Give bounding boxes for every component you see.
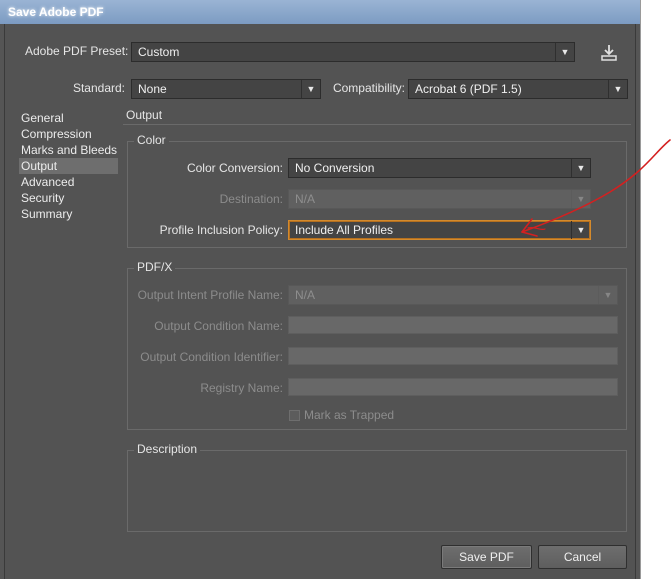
color-conversion-label: Color Conversion: [186, 161, 283, 175]
preset-dropdown[interactable]: Custom ▼ [131, 42, 575, 62]
sidebar-item-marks-and-bleeds[interactable]: Marks and Bleeds [19, 142, 118, 158]
preset-value: Custom [138, 45, 180, 59]
save-preset-icon[interactable] [599, 43, 619, 63]
condition-identifier-label: Output Condition Identifier: [140, 350, 283, 364]
color-group-title: Color [134, 133, 169, 147]
compatibility-label: Compatibility: [332, 81, 405, 95]
title-bar[interactable]: Save Adobe PDF [0, 0, 640, 24]
chevron-down-icon: ▼ [571, 221, 590, 239]
sidebar-item-compression[interactable]: Compression [19, 126, 118, 142]
compatibility-dropdown[interactable]: Acrobat 6 (PDF 1.5) ▼ [408, 79, 628, 99]
pdfx-group-title: PDF/X [134, 260, 176, 274]
chevron-down-icon: ▼ [571, 190, 590, 208]
profile-inclusion-label: Profile Inclusion Policy: [159, 223, 283, 237]
color-conversion-dropdown[interactable]: No Conversion ▼ [288, 158, 591, 178]
sidebar-item-advanced[interactable]: Advanced [19, 174, 118, 190]
save-pdf-dialog: Save Adobe PDF Adobe PDF Preset: Custom … [0, 0, 640, 579]
intent-profile-dropdown: N/A ▼ [288, 285, 618, 305]
standard-value: None [138, 82, 167, 96]
chevron-down-icon: ▼ [608, 80, 627, 98]
panel-title: Output [126, 108, 163, 122]
description-group: Description [127, 442, 627, 532]
color-conversion-value: No Conversion [295, 161, 375, 175]
condition-name-field [288, 316, 618, 334]
mark-trapped-label: Mark as Trapped [304, 408, 395, 422]
sidebar-item-summary[interactable]: Summary [19, 206, 118, 222]
profile-inclusion-value: Include All Profiles [295, 223, 394, 237]
description-group-title: Description [134, 442, 201, 456]
sidebar-item-general[interactable]: General [19, 110, 118, 126]
destination-value: N/A [295, 192, 316, 206]
intent-profile-label: Output Intent Profile Name: [137, 288, 283, 302]
chevron-down-icon: ▼ [555, 43, 574, 61]
destination-label: Destination: [219, 192, 283, 206]
dialog-body: Adobe PDF Preset: Custom ▼ Standard: Non… [4, 24, 636, 579]
category-sidebar: General Compression Marks and Bleeds Out… [19, 108, 118, 554]
standard-label: Standard: [72, 81, 125, 95]
compatibility-value: Acrobat 6 (PDF 1.5) [415, 82, 522, 96]
condition-identifier-field [288, 347, 618, 365]
chevron-down-icon: ▼ [301, 80, 320, 98]
sidebar-item-security[interactable]: Security [19, 190, 118, 206]
save-pdf-button[interactable]: Save PDF [441, 545, 532, 569]
panel-divider [123, 124, 631, 125]
window-title: Save Adobe PDF [8, 5, 104, 19]
mark-trapped-checkbox [289, 410, 300, 421]
background-window-edge [640, 0, 641, 579]
chevron-down-icon: ▼ [571, 159, 590, 177]
chevron-down-icon: ▼ [598, 286, 617, 304]
registry-name-field [288, 378, 618, 396]
sidebar-item-output[interactable]: Output [19, 158, 118, 174]
standard-dropdown[interactable]: None ▼ [131, 79, 321, 99]
intent-profile-value: N/A [295, 288, 316, 302]
profile-inclusion-dropdown[interactable]: Include All Profiles ▼ [288, 220, 591, 240]
registry-name-label: Registry Name: [200, 381, 283, 395]
preset-label: Adobe PDF Preset: [25, 44, 129, 58]
destination-dropdown: N/A ▼ [288, 189, 591, 209]
cancel-button[interactable]: Cancel [538, 545, 627, 569]
condition-name-label: Output Condition Name: [154, 319, 283, 333]
